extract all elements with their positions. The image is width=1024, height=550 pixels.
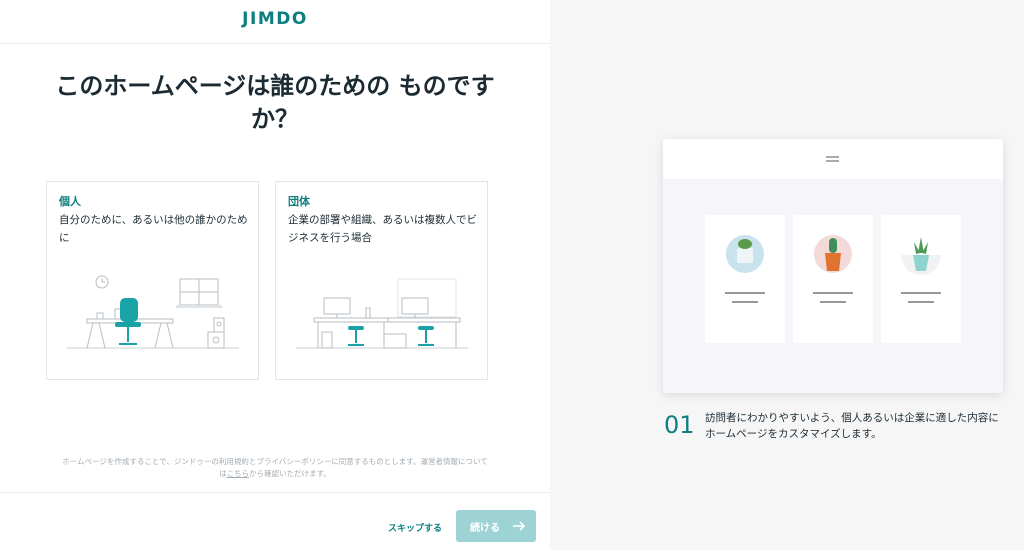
cactus-pot-icon bbox=[725, 235, 765, 303]
legal-notice: ホームページを作成することで、ジンドゥーの利用規約とプライバシーポリシーに同意す… bbox=[62, 457, 488, 478]
skip-button[interactable]: スキップする bbox=[388, 521, 442, 534]
option-card-individual[interactable]: 個人 自分のために、あるいは他の誰かのために bbox=[46, 181, 259, 380]
option-title: 団体 bbox=[288, 195, 310, 208]
footer-bar: スキップする 続ける bbox=[0, 492, 550, 550]
company-info-link[interactable]: こちら bbox=[227, 469, 250, 478]
top-bar: JIMDO bbox=[0, 0, 550, 44]
option-title: 個人 bbox=[59, 195, 81, 208]
continue-label: 続ける bbox=[470, 523, 500, 534]
preview-card bbox=[793, 215, 873, 343]
preview-header bbox=[663, 139, 1003, 179]
preview-card bbox=[881, 215, 961, 343]
step-description: 訪問者にわかりやすいよう、個人あるいは企業に適した内容にホームページをカスタマイ… bbox=[705, 412, 999, 440]
succulent-bowl-icon bbox=[901, 237, 941, 303]
desk-single-person-icon bbox=[67, 275, 239, 349]
continue-button[interactable]: 続ける bbox=[456, 510, 536, 542]
arrow-right-icon bbox=[513, 521, 526, 531]
cactus-orange-pot-icon bbox=[813, 235, 853, 303]
preview-card bbox=[705, 215, 785, 343]
page-title: このホームページは誰のための ものですか？ bbox=[55, 72, 495, 133]
step-number: 01 bbox=[664, 411, 695, 439]
menu-icon bbox=[826, 156, 839, 162]
office-team-desks-icon bbox=[296, 278, 468, 349]
onboarding-panel: JIMDO このホームページは誰のための ものですか？ 個人 自分のために、ある… bbox=[0, 0, 550, 550]
website-preview bbox=[663, 139, 1003, 393]
jimdo-logo[interactable]: JIMDO bbox=[0, 9, 550, 29]
preview-panel bbox=[550, 0, 1024, 550]
option-description: 企業の部署や組織、あるいは複数人でビジネスを行う場合 bbox=[288, 214, 477, 244]
option-description: 自分のために、あるいは他の誰かのために bbox=[59, 214, 248, 244]
option-card-organization[interactable]: 団体 企業の部署や組織、あるいは複数人でビジネスを行う場合 bbox=[275, 181, 488, 380]
